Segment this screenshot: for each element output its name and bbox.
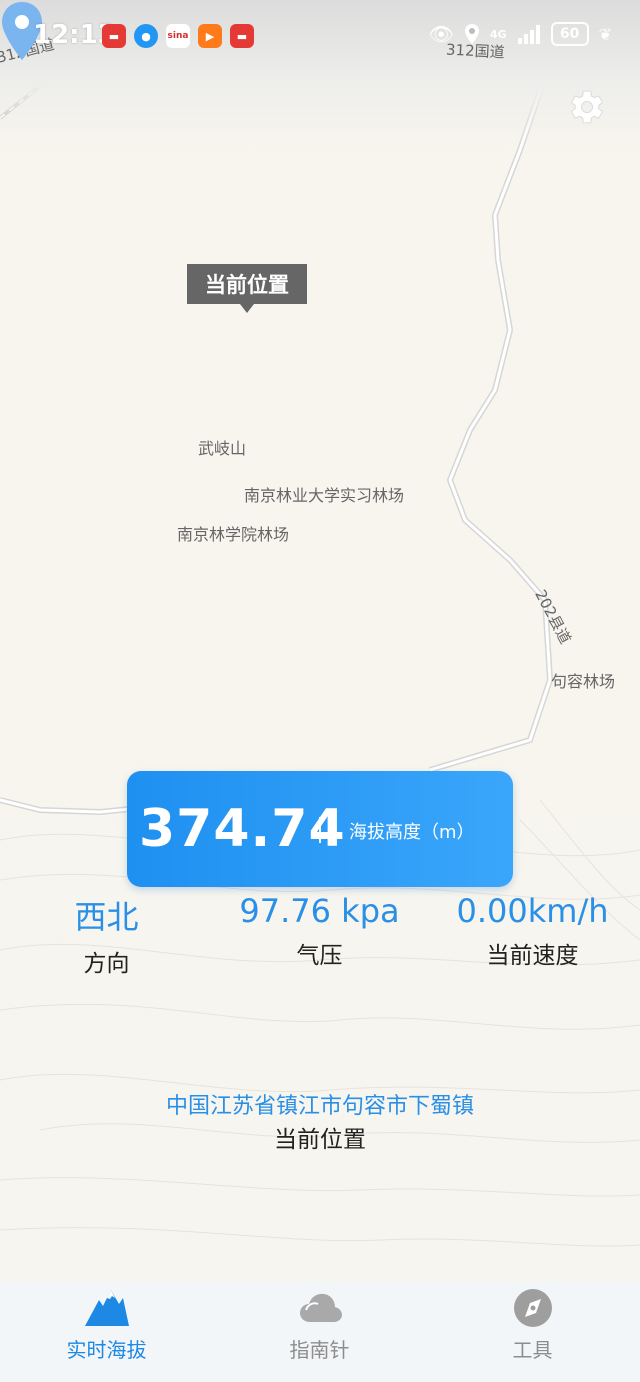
stat-direction: 西北 方向: [0, 892, 213, 978]
book-icon: ▬: [102, 24, 126, 48]
stat-pressure: 97.76 kpa 气压: [213, 892, 426, 970]
settings-gear-icon[interactable]: [568, 88, 606, 126]
bottom-tab-bar: 实时海拔 指南针 工具: [0, 1282, 640, 1382]
cloud-icon: [300, 1293, 342, 1322]
speed-value: 0.00km/h: [456, 892, 609, 930]
address-text: 中国江苏省镇江市句容市下蜀镇: [165, 1094, 474, 1119]
location-icon: [464, 24, 479, 44]
video-icon: ▶: [198, 24, 222, 48]
network-type: 4G: [489, 27, 507, 41]
book-icon: ▬: [230, 24, 254, 48]
status-bar: 12:13 ▬ ● sina ▶ ▬ 👁 4G 60 ❦: [0, 0, 640, 72]
notification-icons: ▬ ● sina ▶ ▬: [102, 24, 254, 48]
tab-tools[interactable]: 工具: [426, 1282, 639, 1382]
altitude-card: 374.74 海拔高度（m）: [127, 771, 513, 887]
place-label-nanjing-forestry-farm: 南京林业大学实习林场: [244, 486, 405, 505]
system-icons: 👁 4G 60 ❦: [429, 22, 612, 46]
direction-value: 西北: [74, 898, 139, 936]
tab-realtime-altitude[interactable]: 实时海拔: [0, 1282, 213, 1382]
direction-label: 方向: [83, 951, 130, 977]
place-label-wuqishan: 武岐山: [198, 439, 247, 458]
altitude-divider: [319, 817, 321, 843]
leaf-icon: ❦: [598, 24, 612, 44]
current-location-callout: 当前位置: [187, 264, 307, 313]
eye-icon: 👁: [428, 22, 454, 46]
place-label-nanjing-forestry-college: 南京林学院林场: [177, 525, 290, 544]
speed-label: 当前速度: [486, 943, 579, 969]
mountain-icon: [85, 1290, 129, 1326]
tab-label: 工具: [512, 1338, 553, 1362]
altitude-label: 海拔高度（m）: [349, 822, 475, 843]
pressure-value: 97.76 kpa: [239, 892, 400, 930]
battery-indicator: 60: [550, 22, 589, 46]
pressure-label: 气压: [296, 943, 343, 969]
compass-icon: [514, 1289, 552, 1327]
tab-label: 实时海拔: [66, 1338, 147, 1362]
place-label-jurong-farm: 句容林场: [551, 672, 616, 691]
signal-icon: [517, 25, 540, 44]
messenger-icon: ●: [134, 24, 158, 48]
altitude-value: 374.74: [139, 799, 346, 859]
stat-speed: 0.00km/h 当前速度: [426, 892, 639, 970]
sina-icon: sina: [166, 24, 190, 48]
tab-label: 指南针: [289, 1338, 350, 1362]
address-label: 当前位置: [274, 1127, 366, 1153]
tab-compass[interactable]: 指南针: [213, 1282, 426, 1382]
map-view[interactable]: 312国道 312国道 202县道 武岐山 南京林业大学实习林场 南京林学院林场…: [0, 0, 640, 820]
